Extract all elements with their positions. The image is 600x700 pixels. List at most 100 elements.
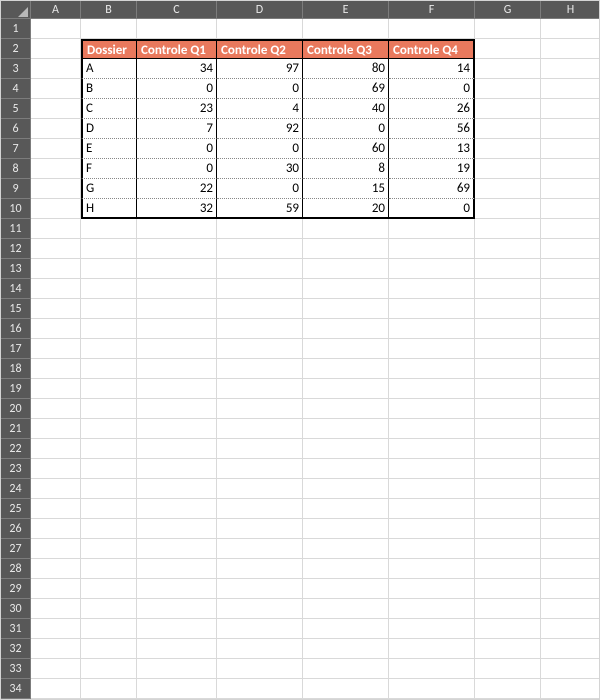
- row-header-12[interactable]: 12: [1, 239, 31, 259]
- cell-H9[interactable]: [541, 179, 600, 199]
- cell-G21[interactable]: [475, 419, 541, 439]
- cell-D1[interactable]: [217, 19, 303, 39]
- row-header-10[interactable]: 10: [1, 199, 31, 219]
- cell-H4[interactable]: [541, 79, 600, 99]
- cell-D13[interactable]: [217, 259, 303, 279]
- cell-C19[interactable]: [137, 379, 217, 399]
- cell-B29[interactable]: [81, 579, 137, 599]
- cell-B27[interactable]: [81, 539, 137, 559]
- cell-D5[interactable]: 4: [217, 99, 303, 119]
- cell-H30[interactable]: [541, 599, 600, 619]
- cell-A31[interactable]: [31, 619, 81, 639]
- cell-H32[interactable]: [541, 639, 600, 659]
- cell-H5[interactable]: [541, 99, 600, 119]
- cell-A10[interactable]: [31, 199, 81, 219]
- row-header-22[interactable]: 22: [1, 439, 31, 459]
- cell-G15[interactable]: [475, 299, 541, 319]
- cell-E14[interactable]: [303, 279, 389, 299]
- cell-D25[interactable]: [217, 499, 303, 519]
- cell-C6[interactable]: 7: [137, 119, 217, 139]
- cell-C20[interactable]: [137, 399, 217, 419]
- row-header-8[interactable]: 8: [1, 159, 31, 179]
- row-header-1[interactable]: 1: [1, 19, 31, 39]
- cell-A15[interactable]: [31, 299, 81, 319]
- cell-C13[interactable]: [137, 259, 217, 279]
- cell-C12[interactable]: [137, 239, 217, 259]
- cell-D28[interactable]: [217, 559, 303, 579]
- cell-C5[interactable]: 23: [137, 99, 217, 119]
- cell-B26[interactable]: [81, 519, 137, 539]
- cell-H16[interactable]: [541, 319, 600, 339]
- cell-A33[interactable]: [31, 659, 81, 679]
- cell-G28[interactable]: [475, 559, 541, 579]
- cell-D16[interactable]: [217, 319, 303, 339]
- row-header-17[interactable]: 17: [1, 339, 31, 359]
- cell-A11[interactable]: [31, 219, 81, 239]
- cell-D4[interactable]: 0: [217, 79, 303, 99]
- cell-H8[interactable]: [541, 159, 600, 179]
- cell-G16[interactable]: [475, 319, 541, 339]
- cell-F10[interactable]: 0: [389, 199, 475, 219]
- cell-E29[interactable]: [303, 579, 389, 599]
- cell-F5[interactable]: 26: [389, 99, 475, 119]
- cell-D31[interactable]: [217, 619, 303, 639]
- cell-F27[interactable]: [389, 539, 475, 559]
- cell-F8[interactable]: 19: [389, 159, 475, 179]
- cell-B15[interactable]: [81, 299, 137, 319]
- row-header-31[interactable]: 31: [1, 619, 31, 639]
- cell-A7[interactable]: [31, 139, 81, 159]
- cell-G6[interactable]: [475, 119, 541, 139]
- row-header-29[interactable]: 29: [1, 579, 31, 599]
- col-header-A[interactable]: A: [31, 1, 81, 19]
- col-header-C[interactable]: C: [137, 1, 217, 19]
- cell-G33[interactable]: [475, 659, 541, 679]
- cell-C25[interactable]: [137, 499, 217, 519]
- cell-B5[interactable]: C: [81, 99, 137, 119]
- col-header-H[interactable]: H: [541, 1, 600, 19]
- cell-F30[interactable]: [389, 599, 475, 619]
- cell-F28[interactable]: [389, 559, 475, 579]
- cell-F19[interactable]: [389, 379, 475, 399]
- cell-B32[interactable]: [81, 639, 137, 659]
- cell-C10[interactable]: 32: [137, 199, 217, 219]
- cell-H10[interactable]: [541, 199, 600, 219]
- cell-G9[interactable]: [475, 179, 541, 199]
- cell-H21[interactable]: [541, 419, 600, 439]
- cell-A1[interactable]: [31, 19, 81, 39]
- cell-H19[interactable]: [541, 379, 600, 399]
- cell-C27[interactable]: [137, 539, 217, 559]
- cell-E34[interactable]: [303, 679, 389, 699]
- cell-D20[interactable]: [217, 399, 303, 419]
- cell-A17[interactable]: [31, 339, 81, 359]
- cell-G7[interactable]: [475, 139, 541, 159]
- cell-B6[interactable]: D: [81, 119, 137, 139]
- cell-B28[interactable]: [81, 559, 137, 579]
- row-header-5[interactable]: 5: [1, 99, 31, 119]
- cell-F2[interactable]: Controle Q4: [389, 39, 475, 59]
- cell-E13[interactable]: [303, 259, 389, 279]
- cell-C28[interactable]: [137, 559, 217, 579]
- cell-H7[interactable]: [541, 139, 600, 159]
- row-header-27[interactable]: 27: [1, 539, 31, 559]
- cell-C2[interactable]: Controle Q1: [137, 39, 217, 59]
- cell-E24[interactable]: [303, 479, 389, 499]
- cell-H6[interactable]: [541, 119, 600, 139]
- cell-E3[interactable]: 80: [303, 59, 389, 79]
- cell-A5[interactable]: [31, 99, 81, 119]
- col-header-B[interactable]: B: [81, 1, 137, 19]
- cell-H26[interactable]: [541, 519, 600, 539]
- cell-G23[interactable]: [475, 459, 541, 479]
- cell-E22[interactable]: [303, 439, 389, 459]
- cell-H24[interactable]: [541, 479, 600, 499]
- cell-E15[interactable]: [303, 299, 389, 319]
- cell-C14[interactable]: [137, 279, 217, 299]
- cell-E4[interactable]: 69: [303, 79, 389, 99]
- cell-G5[interactable]: [475, 99, 541, 119]
- cell-E23[interactable]: [303, 459, 389, 479]
- cell-F1[interactable]: [389, 19, 475, 39]
- cell-B18[interactable]: [81, 359, 137, 379]
- cell-B21[interactable]: [81, 419, 137, 439]
- cell-B25[interactable]: [81, 499, 137, 519]
- cell-E6[interactable]: 0: [303, 119, 389, 139]
- cell-C21[interactable]: [137, 419, 217, 439]
